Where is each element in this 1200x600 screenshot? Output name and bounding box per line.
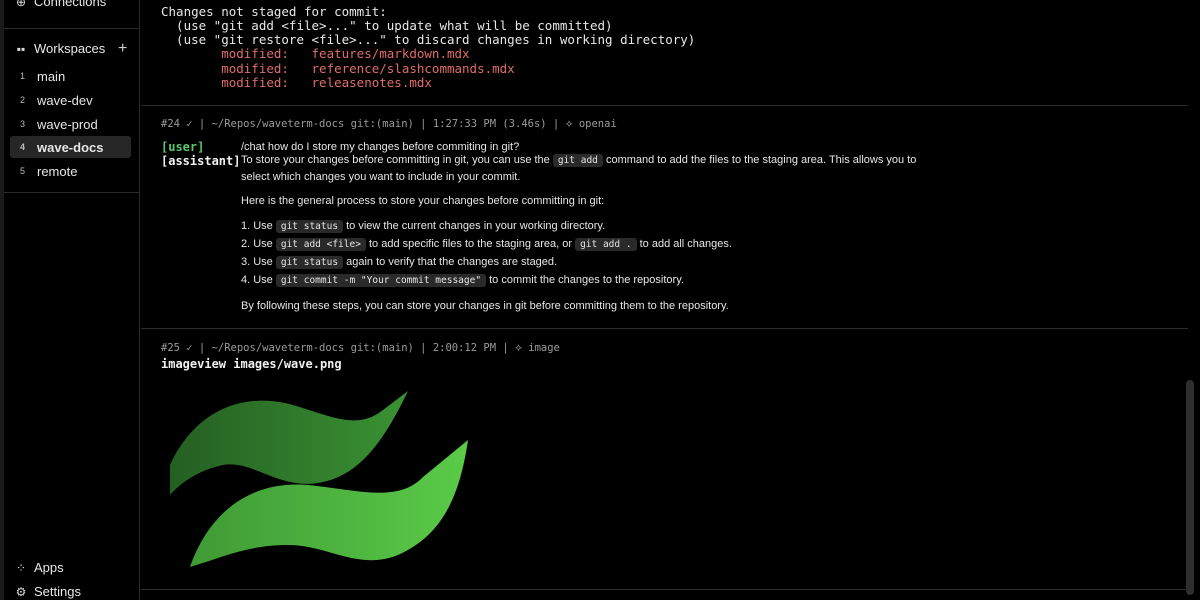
- wave-shape-top: [170, 391, 408, 495]
- workspace-item-wave-prod[interactable]: 3 wave-prod: [10, 113, 131, 135]
- sidebar: ⊕ Connections ▪▪ Workspaces + 1 main 2 w…: [0, 0, 140, 600]
- command-meta: #25 ✓ | ~/Repos/waveterm-docs git:(main)…: [161, 342, 560, 354]
- list-item: 2. Use git add <file> to add specific fi…: [241, 237, 732, 251]
- globe-icon: ⊕: [15, 0, 27, 9]
- workspace-item-wave-docs[interactable]: 4 wave-docs: [10, 136, 131, 158]
- divider: [4, 192, 140, 193]
- grid-icon: ▪▪: [16, 41, 26, 56]
- output-line: (use "git restore <file>..." to discard …: [161, 32, 696, 47]
- command-meta: #24 ✓ | ~/Repos/waveterm-docs git:(main)…: [161, 118, 617, 130]
- modified-line: modified: features/markdown.mdx: [161, 46, 470, 61]
- block-divider: [141, 589, 1188, 590]
- list-item: 3. Use git status again to verify that t…: [241, 255, 558, 269]
- settings-label: Settings: [34, 584, 81, 599]
- output-line: (use "git add <file>..." to update what …: [161, 18, 613, 33]
- workspaces-label: Workspaces: [34, 41, 106, 56]
- inline-code: git add: [552, 154, 603, 167]
- workspace-item-main[interactable]: 1 main: [10, 65, 131, 87]
- block-divider: [141, 328, 1188, 329]
- apps-button[interactable]: ⁘ Apps: [14, 560, 64, 575]
- workspace-item-wave-dev[interactable]: 2 wave-dev: [10, 89, 131, 111]
- wave-image: [170, 391, 468, 567]
- steps-list: 1. Use git status to view the current ch…: [241, 217, 732, 289]
- assistant-paragraph: Here is the general process to store you…: [241, 195, 605, 207]
- connections-label: Connections: [34, 0, 107, 9]
- list-item: 1. Use git status to view the current ch…: [241, 219, 606, 233]
- assistant-paragraph: To store your changes before committing …: [241, 154, 917, 183]
- assistant-paragraph: By following these steps, you can store …: [241, 300, 729, 312]
- output-line: Changes not staged for commit:: [161, 4, 387, 19]
- divider: [4, 28, 140, 29]
- apps-grid-icon: ⁘: [15, 560, 27, 575]
- settings-button[interactable]: ⚙ Settings: [14, 584, 81, 599]
- modified-line: modified: releasenotes.mdx: [161, 75, 432, 90]
- list-item: 4. Use git commit -m "Your commit messag…: [241, 273, 684, 287]
- connections-button[interactable]: ⊕ Connections: [14, 0, 106, 9]
- gear-icon: ⚙: [15, 584, 27, 599]
- command-line: imageview images/wave.png: [161, 357, 342, 371]
- block-divider: [141, 105, 1188, 106]
- modified-line: modified: reference/slashcommands.mdx: [161, 61, 515, 76]
- apps-label: Apps: [34, 560, 64, 575]
- workspaces-header: ▪▪ Workspaces: [14, 41, 106, 56]
- assistant-tag: [assistant]: [161, 154, 241, 168]
- user-tag: [user]: [161, 140, 205, 154]
- add-workspace-button[interactable]: +: [118, 40, 127, 58]
- workspace-item-remote[interactable]: 5 remote: [10, 160, 131, 182]
- scrollbar[interactable]: [1186, 380, 1194, 595]
- window-edge: [0, 0, 4, 600]
